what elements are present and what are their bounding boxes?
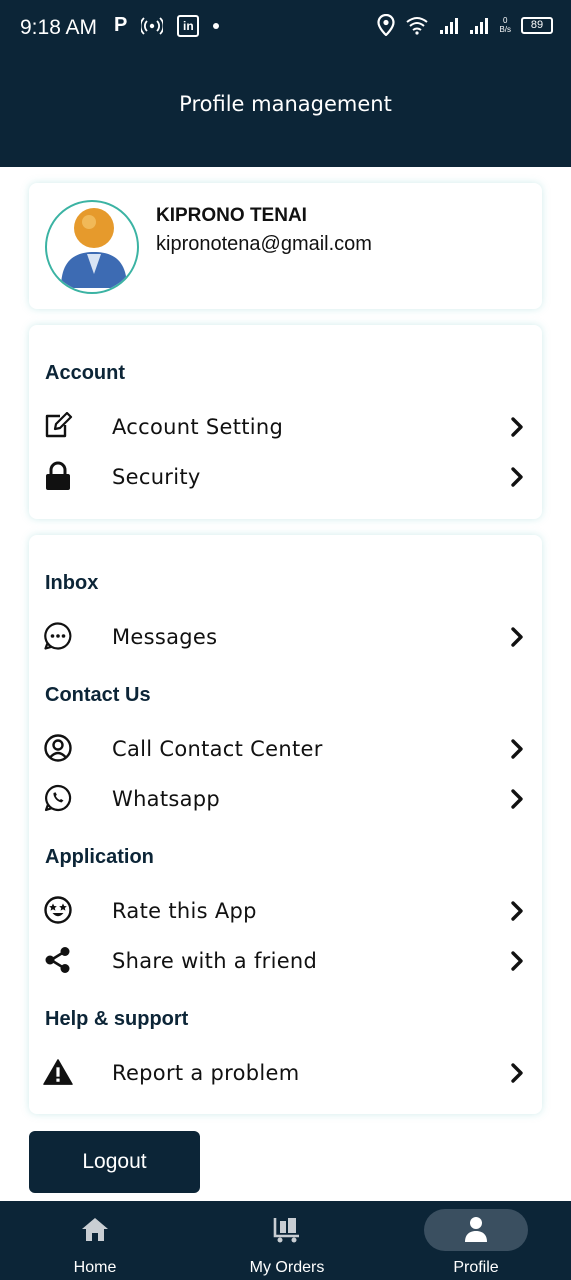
share-label: Share with a friend [112, 949, 318, 973]
network-speed-unit: B/s [499, 25, 511, 34]
battery-level: 89 [530, 19, 544, 31]
signal-icon-1 [440, 18, 459, 34]
orders-cart-icon [273, 1218, 299, 1243]
section-title-help: Help & support [45, 1008, 189, 1030]
chevron-right-icon [511, 739, 523, 759]
profile-card[interactable]: KIPRONO TENAI kipronotena@gmail.com [29, 183, 542, 309]
linkedin-icon: in [177, 14, 200, 37]
nav-my-orders[interactable]: My Orders [237, 1201, 337, 1280]
report-problem-label: Report a problem [112, 1061, 300, 1085]
section-title-contact: Contact Us [45, 684, 151, 706]
network-speed: 0 B/s [499, 16, 511, 34]
nav-profile-label: Profile [453, 1259, 499, 1276]
chevron-right-icon [511, 417, 523, 437]
chevron-right-icon [511, 467, 523, 487]
rate-app-label: Rate this App [112, 899, 257, 923]
wifi-icon [406, 17, 429, 35]
security-label: Security [112, 465, 201, 489]
profile-name: KIPRONO TENAI [156, 205, 307, 226]
options-card: Inbox Messages Contact Us Call Contact C… [29, 535, 542, 1114]
whatsapp-icon [43, 783, 73, 813]
rate-app-row[interactable]: Rate this App [29, 889, 542, 933]
person-icon [465, 1217, 487, 1242]
avatar-person-icon [61, 208, 127, 288]
report-problem-row[interactable]: Report a problem [29, 1051, 542, 1095]
nav-my-orders-label: My Orders [249, 1259, 325, 1276]
notification-dot-icon [213, 22, 220, 29]
warning-icon [43, 1057, 73, 1087]
edit-icon [43, 411, 73, 441]
share-icon [43, 945, 73, 975]
section-title-account: Account [45, 362, 125, 384]
home-icon [82, 1218, 108, 1241]
chevron-right-icon [511, 1063, 523, 1083]
top-bar: 9:18 AM P in 0 B/s 89 Profile management [0, 0, 571, 167]
chat-bubble-icon [43, 621, 73, 651]
nav-profile[interactable]: Profile [422, 1201, 530, 1280]
whatsapp-label: Whatsapp [112, 787, 221, 811]
bottom-nav: Home My Orders Profile [0, 1201, 571, 1280]
lock-icon [43, 461, 73, 491]
chevron-right-icon [511, 627, 523, 647]
messages-row[interactable]: Messages [29, 615, 542, 659]
call-contact-center-label: Call Contact Center [112, 737, 323, 761]
status-time: 9:18 AM [20, 16, 98, 39]
status-icons-left: P in [114, 14, 220, 37]
section-title-application: Application [45, 846, 154, 868]
account-setting-row[interactable]: Account Setting [29, 405, 542, 449]
whatsapp-row[interactable]: Whatsapp [29, 777, 542, 821]
chevron-right-icon [511, 901, 523, 921]
user-circle-icon [43, 733, 73, 763]
page-title: Profile management [179, 92, 392, 116]
call-contact-center-row[interactable]: Call Contact Center [29, 727, 542, 771]
security-row[interactable]: Security [29, 455, 542, 499]
star-eyes-smiley-icon [43, 895, 73, 925]
battery-icon: 89 [521, 16, 553, 34]
nav-home[interactable]: Home [45, 1201, 145, 1280]
network-speed-value: 0 [502, 16, 508, 25]
nav-home-label: Home [73, 1259, 117, 1276]
chevron-right-icon [511, 951, 523, 971]
account-setting-label: Account Setting [112, 415, 284, 439]
chevron-right-icon [511, 789, 523, 809]
status-icons-right: 0 B/s 89 [377, 14, 553, 36]
share-row[interactable]: Share with a friend [29, 939, 542, 983]
messages-label: Messages [112, 625, 218, 649]
hotspot-icon [141, 16, 164, 35]
p-app-icon: P [114, 14, 128, 36]
account-card: Account Account Setting Security [29, 325, 542, 519]
status-bar: 9:18 AM P in 0 B/s 89 [0, 0, 571, 58]
signal-icon-2 [470, 18, 489, 34]
profile-email: kipronotena@gmail.com [156, 233, 372, 255]
section-title-inbox: Inbox [45, 572, 99, 594]
avatar [45, 200, 139, 294]
location-icon [377, 14, 396, 36]
logout-button[interactable]: Logout [29, 1131, 200, 1193]
